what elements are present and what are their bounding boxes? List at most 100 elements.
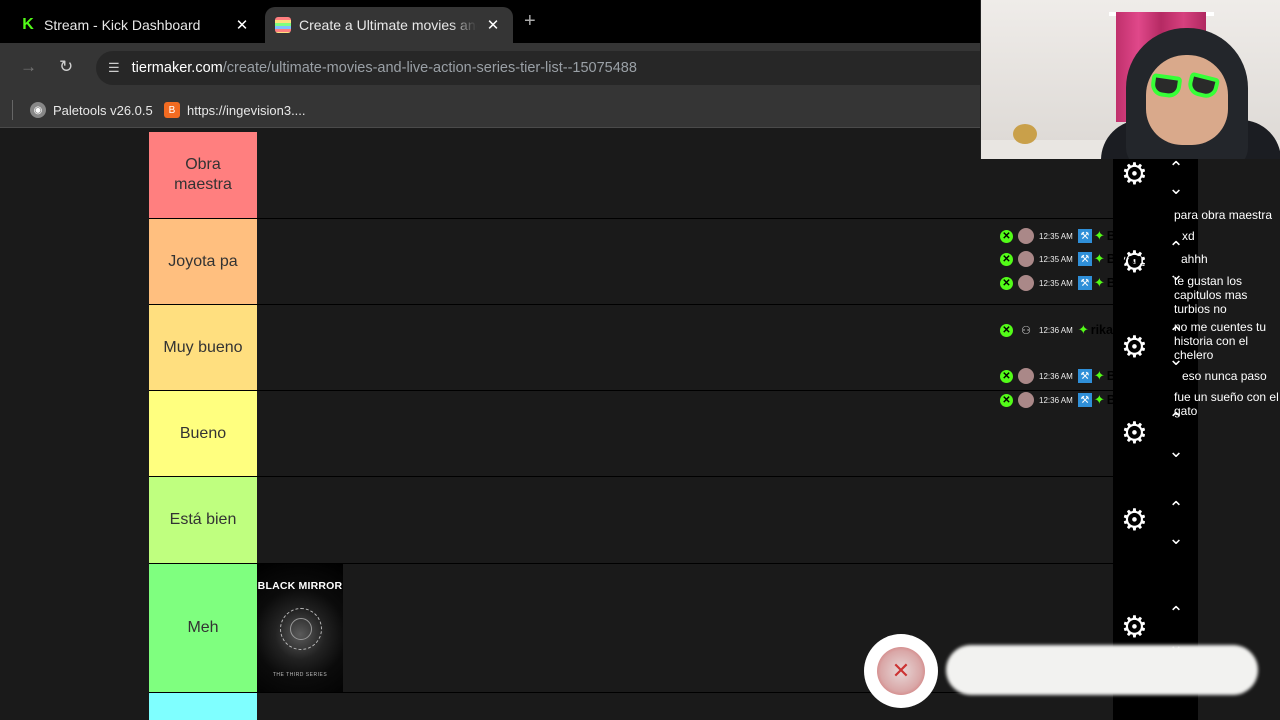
channel-handle-blurred [946, 645, 1258, 695]
poster-title: BLACK MIRROR [257, 580, 343, 592]
vip-badge-icon: ⚒ [1077, 393, 1092, 407]
gear-icon[interactable]: ⚙ [1121, 503, 1148, 538]
chat-timestamp: 12:35 AM [1039, 278, 1073, 288]
streamer-face [1146, 55, 1228, 145]
chevron-up-icon[interactable]: ⌃ [1165, 604, 1187, 622]
sparkle-icon: ✦ [1093, 368, 1105, 383]
chevron-up-icon[interactable]: ⌃ [1165, 159, 1187, 177]
chat-username[interactable]: Bryan_mod [1107, 369, 1176, 383]
url-domain: tiermaker.com [131, 60, 223, 76]
moderator-badge-icon: ✕ [1000, 369, 1013, 383]
stuffed-toy [1013, 124, 1037, 144]
tier-drop-zone[interactable] [257, 693, 1113, 720]
tier-label[interactable] [149, 693, 257, 720]
webcam-overlay [980, 0, 1280, 159]
chat-username[interactable]: Bryan_mod [1107, 229, 1176, 243]
sparkle-icon: ✦ [1093, 275, 1105, 290]
channel-logo: ✕ [864, 634, 938, 708]
tier-label[interactable]: Meh [149, 564, 257, 692]
chat-username[interactable]: Bryan_mod [1107, 393, 1176, 407]
chat-username[interactable]: Bryan_mod [1107, 276, 1176, 290]
sparkle-icon: ✦ [1093, 392, 1105, 407]
moderator-badge-icon: ✕ [1000, 252, 1013, 266]
chat-message-meta: ✕ 12:35 AM ⚒ ✦ Bryan_mod [1000, 275, 1176, 291]
avatar [1018, 368, 1034, 384]
close-tab-icon[interactable]: ✕ [232, 16, 252, 34]
avatar [1018, 275, 1034, 291]
gear-icon[interactable]: ⚙ [1121, 157, 1148, 192]
globe-icon: ◉ [30, 102, 46, 118]
chat-message-meta: ✕ 12:35 AM ⚒ ✦ Bryan_mod [1000, 251, 1176, 267]
bookmark-label: https://ingevision3.... [187, 102, 306, 118]
tier-item-black-mirror[interactable]: BLACK MIRROR THE THIRD SERIES [257, 564, 343, 692]
chevron-down-icon[interactable]: ⌄ [1165, 442, 1187, 460]
divider [12, 100, 13, 120]
tier-drop-zone[interactable] [257, 477, 1113, 563]
chat-timestamp: 12:36 AM [1039, 371, 1073, 381]
chat-message-meta: ✕ 12:36 AM ⚒ ✦ Bryan_mod [1000, 392, 1176, 408]
tab-title: Create a Ultimate movies and live action… [299, 17, 477, 33]
chat-username[interactable]: Bryan_mod [1107, 252, 1176, 266]
bookmark-paletools[interactable]: ◉ Paletools v26.0.5 [30, 99, 153, 121]
chevron-up-icon[interactable]: ⌃ [1165, 499, 1187, 517]
tier-drop-zone[interactable] [257, 391, 1113, 476]
chat-timestamp: 12:36 AM [1039, 325, 1073, 335]
tiermaker-icon [275, 17, 291, 33]
url-path: /create/ultimate-movies-and-live-action-… [222, 60, 637, 76]
tier-label[interactable]: Está bien [149, 477, 257, 563]
vip-badge-icon: ⚒ [1077, 369, 1092, 383]
chat-text: ahhh [1181, 252, 1208, 266]
chevron-down-icon[interactable]: ⌄ [1165, 529, 1187, 547]
chat-text: fue un sueño con el gato [1174, 390, 1279, 418]
blogger-icon: B [164, 102, 180, 118]
url-input[interactable]: ☰ tiermaker.com/create/ultimate-movies-a… [96, 51, 980, 85]
tier-label[interactable]: Bueno [149, 391, 257, 476]
bookmark-label: Paletools v26.0.5 [53, 102, 153, 118]
chat-text: no me cuentes tu historia con el chelero [1174, 320, 1267, 362]
screen: K Stream - Kick Dashboard ✕ Create a Ult… [0, 0, 1280, 720]
avatar [1018, 228, 1034, 244]
tier-drop-zone[interactable] [257, 219, 1113, 304]
chat-message-meta: ✕ 12:35 AM ⚒ ✦ Bryan_mod [1000, 228, 1176, 244]
gear-icon[interactable]: ⚙ [1121, 610, 1148, 645]
chat-timestamp: 12:36 AM [1039, 395, 1073, 405]
chevron-down-icon[interactable]: ⌄ [1165, 179, 1187, 197]
kick-icon: K [22, 16, 34, 33]
tab-tiermaker[interactable]: Create a Ultimate movies and live action… [265, 7, 513, 43]
tier-label[interactable]: Obra maestra [149, 132, 257, 218]
reload-button[interactable]: ↻ [59, 57, 73, 77]
chat-username[interactable]: rikardo56 [1091, 323, 1147, 337]
moderator-badge-icon: ✕ [1000, 323, 1013, 337]
shattered-glass-image [290, 618, 312, 640]
chat-text: te gustan los capitulos mas turbios no [1174, 274, 1248, 316]
vip-badge-icon: ⚒ [1077, 252, 1092, 266]
tier-label[interactable]: Joyota pa [149, 219, 257, 304]
tier-row: Obra maestra [149, 132, 1113, 219]
chat-text: eso nunca paso [1182, 369, 1267, 383]
site-settings-icon[interactable]: ☰ [108, 60, 120, 76]
tier-drop-zone[interactable] [257, 305, 1113, 390]
bookmark-ingevision[interactable]: B https://ingevision3.... [164, 99, 306, 121]
vip-badge-icon: ⚒ [1077, 276, 1092, 290]
new-tab-button[interactable]: + [524, 10, 536, 33]
sparkle-icon: ✦ [1077, 322, 1089, 337]
tier-label[interactable]: Muy bueno [149, 305, 257, 390]
forward-button[interactable]: → [20, 57, 37, 77]
tab-kick-dashboard[interactable]: K Stream - Kick Dashboard ✕ [0, 7, 262, 43]
moderator-badge-icon: ✕ [1000, 276, 1013, 290]
tab-bar: K Stream - Kick Dashboard ✕ Create a Ult… [0, 0, 980, 43]
tier-row: Muy bueno [149, 305, 1113, 391]
moderator-badge-icon: ✕ [1000, 393, 1013, 407]
gear-icon[interactable]: ⚙ [1121, 416, 1148, 451]
tier-row: Está bien [149, 477, 1113, 564]
logo-icon: ✕ [877, 647, 925, 695]
sparkle-icon: ✦ [1093, 228, 1105, 243]
tier-controls: ⚙ ⌃ ⌄ [1113, 499, 1198, 583]
tier-row: Bueno [149, 391, 1113, 477]
user-icon: ⚇ [1021, 324, 1031, 337]
close-tab-icon[interactable]: ✕ [483, 16, 503, 34]
chat-message-meta: ✕ ⚇ 12:36 AM ✦ rikardo56 [1000, 322, 1147, 338]
bookmarks-bar: ◉ Paletools v26.0.5 B https://ingevision… [0, 92, 980, 128]
address-bar: → ↻ ☰ tiermaker.com/create/ultimate-movi… [0, 43, 980, 92]
poster-subtitle: THE THIRD SERIES [272, 672, 328, 678]
